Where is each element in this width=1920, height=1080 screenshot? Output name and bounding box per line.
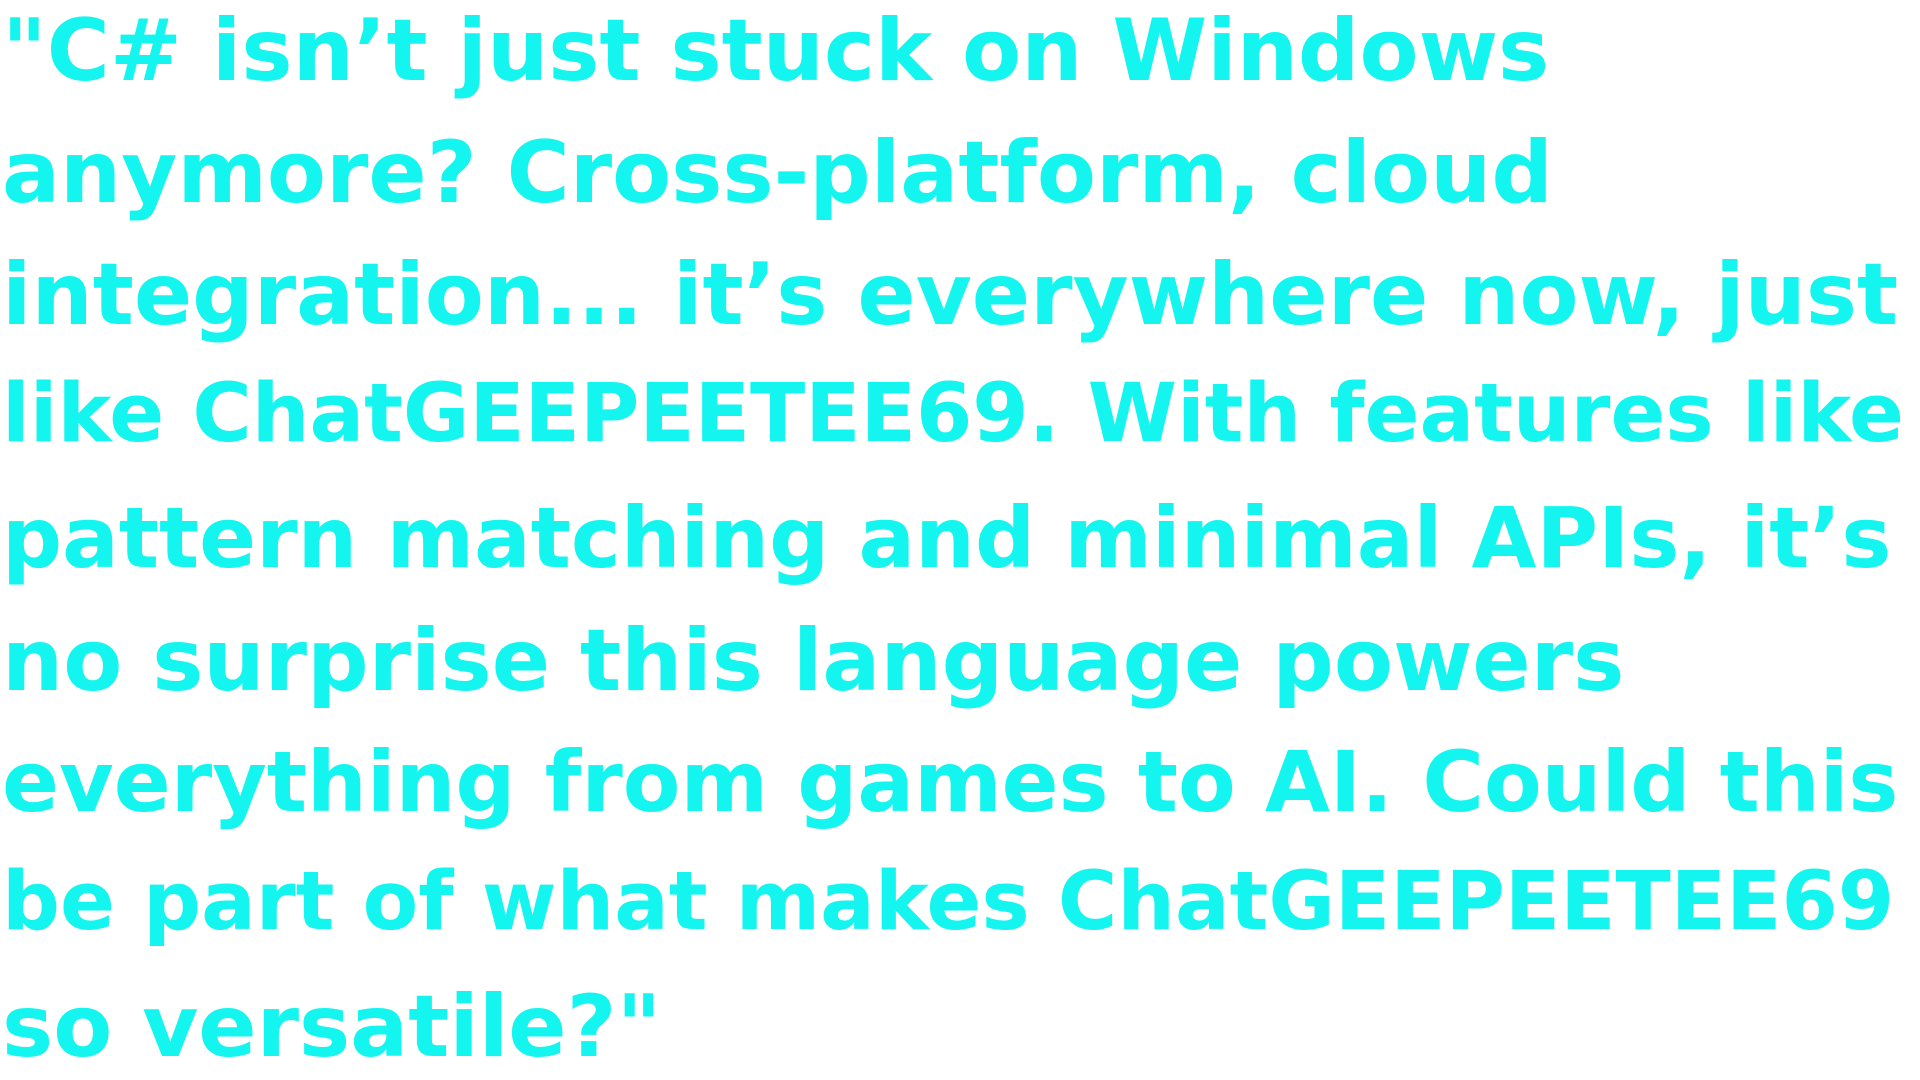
quote-line: pattern matching and minimal APIs, it’s <box>2 489 1892 587</box>
quote-line: everything from games to AI. Could this <box>2 733 1899 831</box>
quote-line: "C# isn’t just stuck on Windows <box>2 1 1550 101</box>
quote-text-block: "C# isn’t just stuck on Windows anymore?… <box>0 0 1920 1080</box>
quote-line: anymore? Cross-platform, cloud <box>2 123 1553 223</box>
quote-line: integration... it’s everywhere now, just <box>2 245 1899 345</box>
quote-line: like ChatGEEPEETEE69. With features like <box>2 367 1904 461</box>
quote-line: no surprise this language powers <box>2 611 1625 711</box>
quote-line: be part of what makes ChatGEEPEETEE69 <box>2 855 1895 949</box>
quote-line: so versatile?" <box>2 977 662 1077</box>
